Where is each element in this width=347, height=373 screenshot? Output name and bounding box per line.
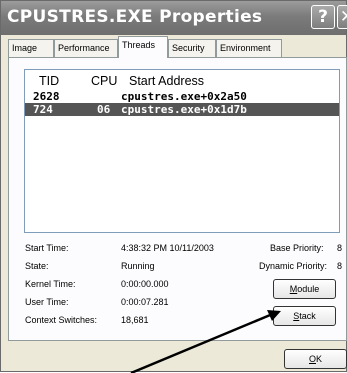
properties-window: CPUSTRES.EXE Properties ? ✕ Image Perfor…: [0, 0, 347, 373]
tab-threads[interactable]: Threads: [118, 36, 168, 58]
annotation-arrow-line: [130, 311, 276, 373]
annotation-arrow-overlay: [130, 310, 281, 373]
